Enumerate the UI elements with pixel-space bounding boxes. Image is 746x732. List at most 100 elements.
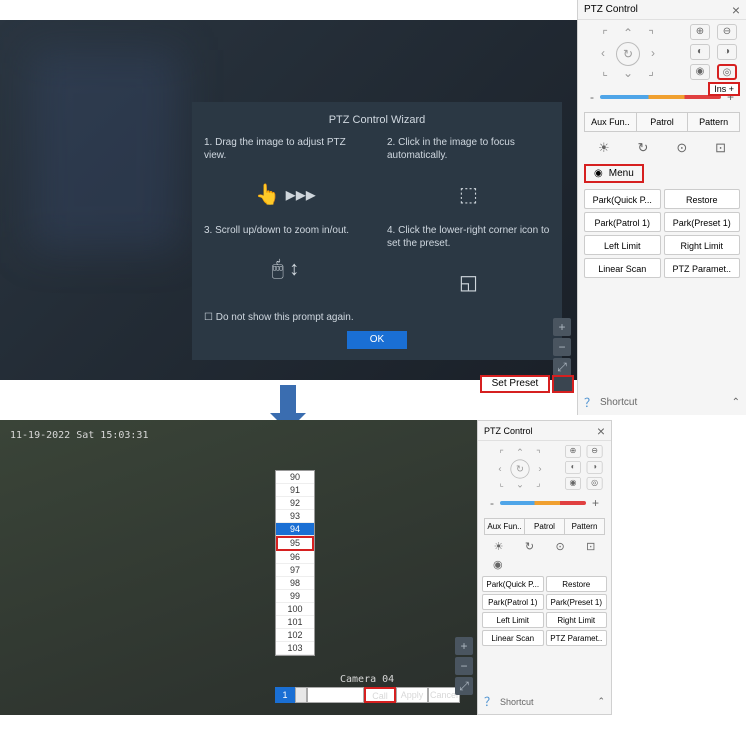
close-icon[interactable]: × [732,2,740,18]
preset-item[interactable]: 92 [276,497,314,510]
expand-button[interactable]: ⤢ [553,358,571,376]
zoom-out-button[interactable]: − [553,338,571,356]
zoom-in-icon[interactable]: ⊕ [690,24,710,40]
tab-aux[interactable]: Aux Fun.. [585,113,637,131]
aux-icon[interactable]: ⊡ [715,140,726,156]
set-preset-icon[interactable] [552,375,574,393]
apply-button[interactable]: Apply [396,687,428,703]
speed-minus[interactable]: - [490,496,494,510]
preset-item-selected[interactable]: 94 [276,523,314,536]
preset-item[interactable]: 100 [276,603,314,616]
zoom-out-button[interactable]: − [455,657,473,675]
right-limit-button[interactable]: Right Limit [664,235,741,255]
preset-name-input[interactable] [307,687,364,703]
ok-button[interactable]: OK [347,331,407,349]
light-icon[interactable]: ☀ [598,140,610,156]
zoom-in-icon[interactable]: ⊕ [565,445,581,458]
speed-minus[interactable]: - [590,90,594,104]
preset-item[interactable]: 103 [276,642,314,655]
preset-item[interactable]: 97 [276,564,314,577]
park-quick-button[interactable]: Park(Quick P... [584,189,661,209]
focus-in-icon[interactable]: ◐ [690,44,710,60]
focus-out-icon[interactable]: ◑ [717,44,737,60]
preset-item[interactable]: 91 [276,484,314,497]
expand-button[interactable]: ⤢ [455,677,473,695]
iris-open-icon[interactable]: ◉ [690,64,710,80]
restore-button[interactable]: Restore [664,189,741,209]
preset-item[interactable]: 99 [276,590,314,603]
tab-pattern[interactable]: Pattern [565,519,604,534]
speed-slider[interactable] [500,501,586,505]
dpad-upright[interactable]: ⌝ [642,26,660,44]
iris-close-icon[interactable]: ◎ [587,477,603,490]
park-preset-button[interactable]: Park(Preset 1) [546,594,608,610]
zoom-in-button[interactable]: + [455,637,473,655]
preset-item[interactable]: 102 [276,629,314,642]
iris-open-icon[interactable]: ◉ [565,477,581,490]
dpad-left[interactable]: ‹ [594,44,612,62]
dpad-downleft[interactable]: ⌞ [494,475,508,489]
preset-list[interactable]: 90 91 92 93 94 95 96 97 98 99 100 101 10… [275,470,315,656]
restore-button[interactable]: Restore [546,576,608,592]
dpad-downright[interactable]: ⌟ [531,475,545,489]
dpad-up[interactable]: ⌃ [513,445,527,459]
video-viewport-bottom[interactable]: 11-19-2022 Sat 15:03:31 Camera 04 90 91 … [0,420,477,715]
expand-icon[interactable]: ⌃ [597,696,605,707]
tab-patrol[interactable]: Patrol [637,113,689,131]
lens-icon[interactable]: ⊙ [555,540,564,553]
zoom-in-button[interactable]: + [553,318,571,336]
dont-show-checkbox[interactable]: ☐ Do not show this prompt again. [204,312,550,323]
preset-item[interactable]: 90 [276,471,314,484]
iris-close-icon[interactable]: ◎ [717,64,737,80]
dpad-up[interactable]: ⌃ [619,24,637,42]
preset-item[interactable]: 93 [276,510,314,523]
menu-icon[interactable]: ◉ [493,558,503,571]
dpad-right[interactable]: › [533,461,547,475]
dpad-upleft[interactable]: ⌜ [494,447,508,461]
linear-scan-button[interactable]: Linear Scan [482,630,544,646]
preset-item[interactable]: 96 [276,551,314,564]
dpad-down[interactable]: ⌄ [513,477,527,491]
lens-icon[interactable]: ⊙ [676,140,687,156]
left-limit-button[interactable]: Left Limit [482,612,544,628]
park-patrol-button[interactable]: Park(Patrol 1) [584,212,661,232]
park-preset-button[interactable]: Park(Preset 1) [664,212,741,232]
ptz-param-button[interactable]: PTZ Paramet.. [664,258,741,278]
preset-item-highlighted[interactable]: 95 [276,536,314,551]
menu-icon[interactable]: ◉ [594,168,603,179]
expand-icon[interactable]: ⌃ [732,397,740,408]
dpad-down[interactable]: ⌄ [619,64,637,82]
park-quick-button[interactable]: Park(Quick P... [482,576,544,592]
right-limit-button[interactable]: Right Limit [546,612,608,628]
dpad-center[interactable]: ↻ [510,459,529,478]
dpad-right[interactable]: › [644,44,662,62]
aux-icon[interactable]: ⊡ [586,540,595,553]
menu-button[interactable]: Menu [609,168,634,179]
help-icon[interactable]: ？ [584,394,596,411]
left-limit-button[interactable]: Left Limit [584,235,661,255]
tab-patrol[interactable]: Patrol [525,519,565,534]
preset-item[interactable]: 98 [276,577,314,590]
dpad-upright[interactable]: ⌝ [531,447,545,461]
speed-slider[interactable] [600,95,721,99]
call-button[interactable]: Call [364,687,396,703]
video-viewport-top[interactable]: PTZ Control Wizard 1. Drag the image to … [0,20,577,380]
wiper-icon[interactable]: ↻ [638,140,649,156]
wiper-icon[interactable]: ↻ [525,540,534,553]
preset-number[interactable]: 1 [275,687,295,703]
linear-scan-button[interactable]: Linear Scan [584,258,661,278]
ptz-param-button[interactable]: PTZ Paramet.. [546,630,608,646]
dpad-downleft[interactable]: ⌞ [596,62,614,80]
dpad-downright[interactable]: ⌟ [642,62,660,80]
dpad-left[interactable]: ‹ [493,461,507,475]
preset-item[interactable]: 101 [276,616,314,629]
dpad-upleft[interactable]: ⌜ [596,26,614,44]
zoom-out-icon[interactable]: ⊖ [587,445,603,458]
speed-plus[interactable]: + [592,496,599,510]
help-icon[interactable]: ？ [484,693,496,710]
zoom-out-icon[interactable]: ⊖ [717,24,737,40]
preset-spinner[interactable] [295,687,307,703]
focus-in-icon[interactable]: ◐ [565,461,581,474]
park-patrol-button[interactable]: Park(Patrol 1) [482,594,544,610]
tab-aux[interactable]: Aux Fun.. [485,519,525,534]
